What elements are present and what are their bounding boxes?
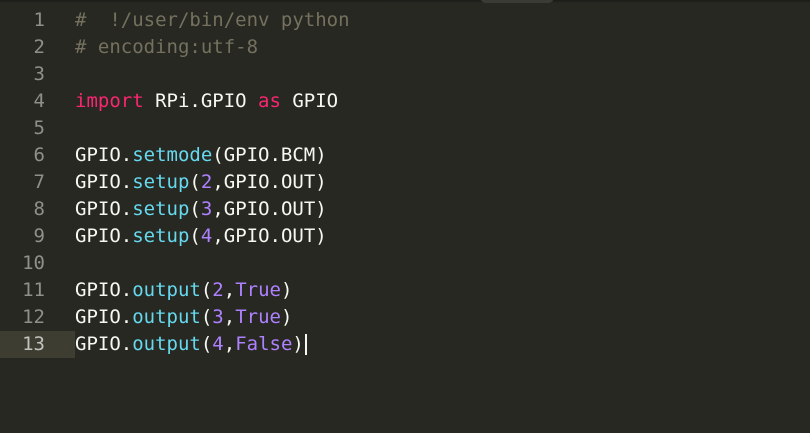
code-token-num: 3 xyxy=(212,306,224,328)
code-token-plain: GPIO xyxy=(280,90,339,112)
code-token-fn: setup xyxy=(132,198,190,220)
code-line[interactable]: 7 GPIO.setup(2,GPIO.OUT) xyxy=(0,169,810,196)
code-line[interactable]: 1 # !/user/bin/env python xyxy=(0,7,810,34)
code-token-plain: ( xyxy=(189,171,201,193)
code-token-plain: , xyxy=(223,279,236,301)
code-line[interactable]: 12 GPIO.output(3,True) xyxy=(0,304,810,331)
code-token-cmt: # encoding:utf-8 xyxy=(75,36,259,58)
code-token-plain: (GPIO.BCM) xyxy=(212,144,327,166)
code-line[interactable]: 5 xyxy=(0,115,810,142)
code-line[interactable]: 8 GPIO.setup(3,GPIO.OUT) xyxy=(0,196,810,223)
line-code-text: GPIO.output(4,False) xyxy=(75,331,307,358)
code-token-fn: output xyxy=(132,333,201,355)
line-number: 6 xyxy=(33,144,45,166)
code-token-num: 3 xyxy=(200,198,213,220)
code-token-plain: GPIO. xyxy=(75,225,133,247)
line-number: 8 xyxy=(33,198,45,220)
code-area[interactable]: 1 # !/user/bin/env python 2 # encoding:utf-… xyxy=(0,7,810,358)
code-token-plain: ,GPIO.OUT) xyxy=(212,225,327,247)
code-token-num: 4 xyxy=(200,225,213,247)
line-code-text: # encoding:utf-8 xyxy=(75,34,258,61)
line-code-text: # !/user/bin/env python xyxy=(75,7,350,34)
line-code-text: GPIO.setup(4,GPIO.OUT) xyxy=(75,223,327,250)
line-number: 12 xyxy=(22,306,45,328)
code-token-plain: ( xyxy=(189,198,201,220)
code-token-const: False xyxy=(235,333,293,355)
code-token-plain: ) xyxy=(292,333,304,355)
code-token-kw: as xyxy=(258,90,281,112)
code-token-plain: ) xyxy=(280,306,293,328)
code-line[interactable]: 9 GPIO.setup(4,GPIO.OUT) xyxy=(0,223,810,250)
line-number: 10 xyxy=(22,252,45,274)
code-line[interactable]: 13 GPIO.output(4,False) xyxy=(0,331,810,358)
code-token-fn: setup xyxy=(132,225,190,247)
code-token-plain: , xyxy=(223,306,236,328)
code-line[interactable]: 3 xyxy=(0,61,810,88)
line-code-text: GPIO.setmode(GPIO.BCM) xyxy=(75,142,327,169)
line-number: 7 xyxy=(33,171,45,193)
code-token-num: 2 xyxy=(212,279,224,301)
code-token-plain: RPi.GPIO xyxy=(143,90,259,112)
code-token-plain: ( xyxy=(200,279,213,301)
code-token-plain: GPIO. xyxy=(75,306,133,328)
line-number: 2 xyxy=(33,36,45,58)
code-line[interactable]: 2 # encoding:utf-8 xyxy=(0,34,810,61)
code-token-plain: GPIO. xyxy=(75,333,133,355)
code-token-fn: output xyxy=(132,279,201,301)
code-token-kw: import xyxy=(75,90,144,112)
code-line[interactable]: 11 GPIO.output(2,True) xyxy=(0,277,810,304)
code-token-num: 4 xyxy=(212,333,224,355)
code-token-fn: setup xyxy=(132,171,190,193)
code-token-plain: ,GPIO.OUT) xyxy=(212,171,327,193)
code-token-cmt: # !/user/bin/env python xyxy=(75,9,350,31)
code-token-const: True xyxy=(235,306,281,328)
code-line[interactable]: 6 GPIO.setmode(GPIO.BCM) xyxy=(0,142,810,169)
text-cursor xyxy=(304,334,307,355)
line-code-text: import RPi.GPIO as GPIO xyxy=(75,88,338,115)
line-code-text: GPIO.setup(2,GPIO.OUT) xyxy=(75,169,327,196)
editor-top-shadow xyxy=(0,0,810,3)
line-number: 13 xyxy=(0,331,45,358)
line-number: 5 xyxy=(33,117,45,139)
line-number: 9 xyxy=(33,225,45,247)
line-number: 11 xyxy=(22,279,45,301)
line-code-text: GPIO.output(2,True) xyxy=(75,277,292,304)
line-code-text: GPIO.setup(3,GPIO.OUT) xyxy=(75,196,327,223)
code-token-plain: GPIO. xyxy=(75,198,133,220)
code-token-plain: GPIO. xyxy=(75,171,133,193)
code-editor[interactable]: 1 # !/user/bin/env python 2 # encoding:utf-… xyxy=(0,0,810,433)
code-line[interactable]: 10 xyxy=(0,250,810,277)
line-number: 1 xyxy=(33,9,45,31)
code-token-plain: , xyxy=(223,333,236,355)
line-number: 3 xyxy=(33,63,45,85)
code-token-const: True xyxy=(235,279,281,301)
code-token-num: 2 xyxy=(200,171,213,193)
code-token-fn: setmode xyxy=(132,144,213,166)
code-token-plain: ( xyxy=(200,306,213,328)
line-number: 4 xyxy=(33,90,45,112)
code-token-plain: ,GPIO.OUT) xyxy=(212,198,327,220)
line-code-text: GPIO.output(3,True) xyxy=(75,304,292,331)
editor-tab-edge xyxy=(480,0,554,3)
code-line[interactable]: 4 import RPi.GPIO as GPIO xyxy=(0,88,810,115)
code-token-plain: GPIO. xyxy=(75,279,133,301)
code-token-plain: GPIO. xyxy=(75,144,133,166)
code-token-plain: ) xyxy=(280,279,293,301)
code-token-plain: ( xyxy=(200,333,213,355)
code-token-fn: output xyxy=(132,306,201,328)
code-token-plain: ( xyxy=(189,225,201,247)
